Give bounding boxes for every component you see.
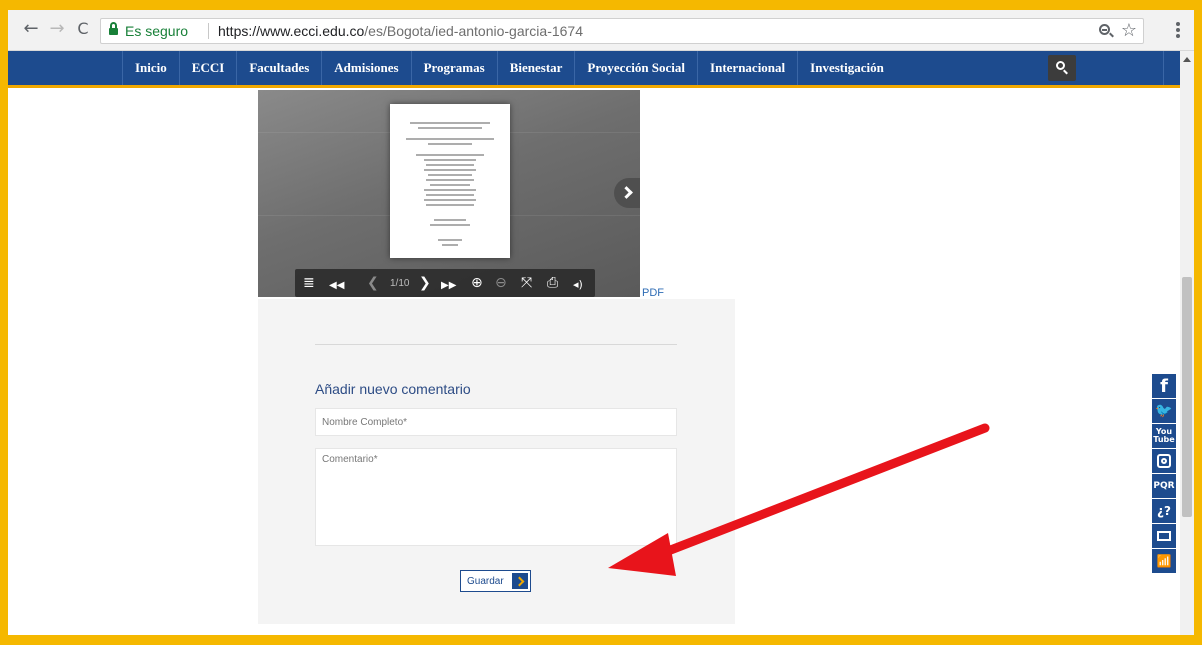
comment-form-title: Añadir nuevo comentario xyxy=(315,381,471,397)
nav-search-icon[interactable] xyxy=(1048,55,1076,81)
browser-menu-icon[interactable] xyxy=(1176,22,1180,40)
comment-panel: Añadir nuevo comentario Guardar xyxy=(258,299,735,624)
nav-item-admisiones[interactable]: Admisiones xyxy=(322,51,412,85)
youtube-icon[interactable]: You Tube xyxy=(1152,424,1176,448)
address-separator xyxy=(208,23,209,39)
section-divider xyxy=(315,344,677,345)
facebook-icon[interactable]: f xyxy=(1152,374,1176,398)
instagram-icon[interactable] xyxy=(1152,449,1176,473)
secure-label: Es seguro xyxy=(125,23,189,39)
pdf-link[interactable]: PDF xyxy=(642,287,664,299)
fullscreen-icon[interactable]: ⤧ xyxy=(521,275,532,291)
scroll-up-arrow-icon[interactable] xyxy=(1183,57,1191,62)
nav-item-inicio[interactable]: Inicio xyxy=(122,51,180,85)
sound-icon[interactable]: ◂) xyxy=(573,277,583,293)
nav-item-internacional[interactable]: Internacional xyxy=(698,51,799,85)
list-icon[interactable]: ≣ xyxy=(303,275,315,291)
save-comment-button[interactable]: Guardar xyxy=(460,570,531,592)
stats-chart-icon[interactable]: 📶 xyxy=(1152,549,1176,573)
zoom-out-icon[interactable] xyxy=(1097,22,1115,40)
social-sidebar: f 🐦 You Tube PQR ¿? 📶 xyxy=(1152,374,1176,574)
last-page-icon[interactable]: ▶▶ xyxy=(441,278,456,294)
document-viewer[interactable]: ≣ ◀◀ ❮ 1/10 ❯ ▶▶ ⊕ ⊖ ⤧ ⎙ ◂) xyxy=(258,90,640,297)
save-button-label: Guardar xyxy=(467,575,504,587)
nav-item-investigacion[interactable]: Investigación xyxy=(798,51,1165,85)
help-icon[interactable]: ¿? xyxy=(1152,499,1176,523)
zoom-in-icon[interactable]: ⊕ xyxy=(471,275,483,291)
full-name-input[interactable] xyxy=(315,408,677,436)
url-path: /es/Bogota/ied-antonio-garcia-1674 xyxy=(364,23,583,39)
zoom-out-viewer-icon[interactable]: ⊖ xyxy=(495,275,507,291)
site-navigation: Inicio ECCI Facultades Admisiones Progra… xyxy=(8,51,1180,88)
nav-menu: Inicio ECCI Facultades Admisiones Progra… xyxy=(122,51,1165,85)
next-page-icon[interactable]: ❯ xyxy=(419,275,431,291)
prev-page-icon[interactable]: ❮ xyxy=(367,275,379,291)
back-icon[interactable]: ← xyxy=(22,20,40,38)
comment-textarea[interactable] xyxy=(315,448,677,546)
nav-item-programas[interactable]: Programas xyxy=(412,51,498,85)
forward-icon[interactable]: → xyxy=(48,20,66,38)
url-text[interactable]: https://www.ecci.edu.co/es/Bogota/ied-an… xyxy=(218,23,583,39)
first-page-icon[interactable]: ◀◀ xyxy=(329,278,344,294)
pdf-download-icon[interactable]: ⎙ xyxy=(547,275,558,291)
reload-icon[interactable]: C xyxy=(74,20,92,38)
scroll-thumb[interactable] xyxy=(1182,277,1192,517)
bookmark-star-icon[interactable]: ☆ xyxy=(1121,20,1137,41)
page-indicator: 1/10 xyxy=(390,278,410,289)
nav-item-proyeccion-social[interactable]: Proyección Social xyxy=(575,51,699,85)
pqr-button[interactable]: PQR xyxy=(1152,474,1176,498)
url-host: https://www.ecci.edu.co xyxy=(218,23,365,39)
address-bar[interactable]: Es seguro https://www.ecci.edu.co/es/Bog… xyxy=(100,18,1144,44)
youtube-label-bottom: Tube xyxy=(1153,435,1175,444)
nav-item-facultades[interactable]: Facultades xyxy=(237,51,323,85)
twitter-icon[interactable]: 🐦 xyxy=(1152,399,1176,423)
nav-item-bienestar[interactable]: Bienestar xyxy=(498,51,576,85)
chevron-right-icon xyxy=(511,573,528,589)
chevron-right-icon xyxy=(620,186,633,199)
browser-toolbar: ← → C Es seguro https://www.ecci.edu.co/… xyxy=(8,10,1194,51)
viewer-next-page-button[interactable] xyxy=(614,178,640,208)
document-page-thumbnail xyxy=(390,104,510,258)
page-scrollbar[interactable] xyxy=(1180,51,1194,635)
browser-window: ← → C Es seguro https://www.ecci.edu.co/… xyxy=(8,10,1194,635)
lock-icon xyxy=(109,22,118,36)
viewer-toolbar: ≣ ◀◀ ❮ 1/10 ❯ ▶▶ ⊕ ⊖ ⤧ ⎙ ◂) xyxy=(295,269,595,297)
nav-item-ecci[interactable]: ECCI xyxy=(180,51,238,85)
mail-icon[interactable] xyxy=(1152,524,1176,548)
